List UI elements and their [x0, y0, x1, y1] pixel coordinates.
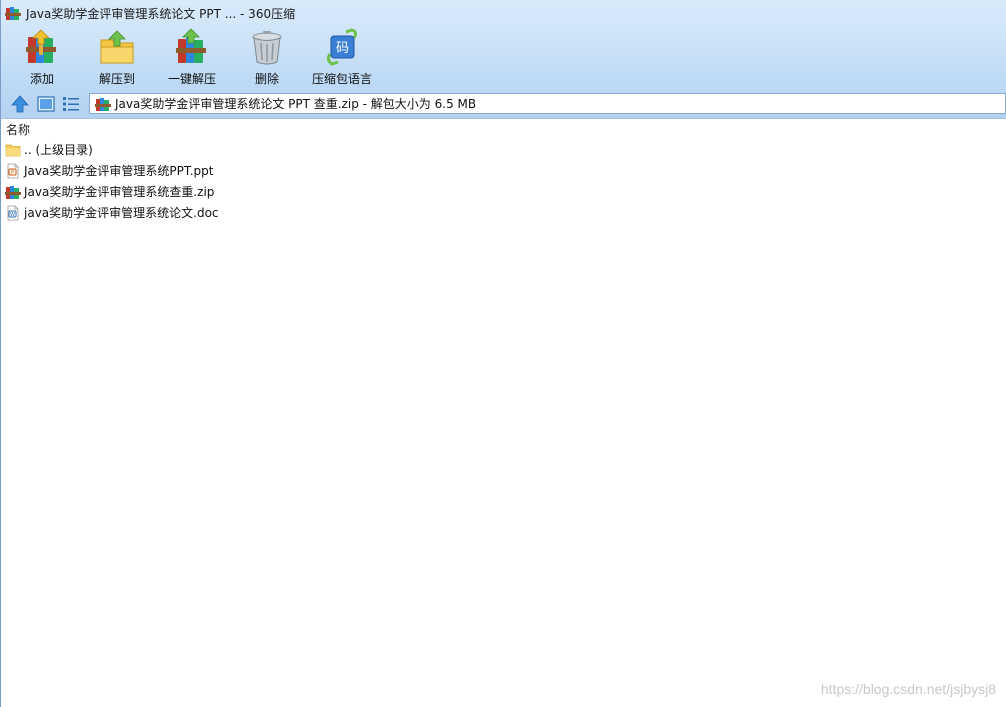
- header-area: Java奖助学金评审管理系统论文 PPT ... - 360压缩 添加 解压到 …: [1, 0, 1006, 119]
- add-button[interactable]: 添加: [2, 28, 82, 88]
- column-name-header[interactable]: 名称: [6, 121, 30, 138]
- svg-text:W: W: [10, 212, 15, 218]
- arrow-up-icon: [11, 95, 29, 113]
- one-click-extract-label: 一键解压: [167, 72, 216, 86]
- large-icon-view-button[interactable]: [36, 94, 56, 114]
- add-books-icon: [26, 29, 56, 63]
- code-language-icon: 码: [326, 28, 358, 66]
- trash-can-icon: [252, 31, 282, 65]
- list-item[interactable]: W java奖助学金评审管理系统论文.doc: [1, 202, 401, 223]
- watermark: https://blog.csdn.net/jsjbysj8: [820, 681, 996, 697]
- address-bar[interactable]: Java奖助学金评审管理系统论文 PPT 查重.zip - 解包大小为 6.5 …: [89, 93, 1006, 114]
- language-badge: 码: [336, 41, 349, 56]
- one-click-extract-icon: [176, 28, 206, 63]
- file-name: Java奖助学金评审管理系统查重.zip: [24, 185, 215, 199]
- archive-language-label: 压缩包语言: [311, 72, 372, 86]
- file-name: java奖助学金评审管理系统论文.doc: [24, 206, 219, 220]
- archive-language-button[interactable]: 码 压缩包语言: [302, 28, 382, 88]
- extract-to-folder-icon: [100, 30, 134, 64]
- svg-text:P: P: [11, 170, 14, 176]
- address-text: Java奖助学金评审管理系统论文 PPT 查重.zip - 解包大小为 6.5 …: [115, 97, 477, 111]
- doc-file-icon: W: [7, 205, 19, 220]
- folder-icon: [5, 144, 21, 156]
- file-name: Java奖助学金评审管理系统PPT.ppt: [24, 164, 214, 178]
- archive-icon: [95, 97, 111, 111]
- list-view-button[interactable]: [61, 94, 81, 114]
- list-view-icon: [63, 97, 79, 111]
- title-bar: Java奖助学金评审管理系统论文 PPT ... - 360压缩: [1, 0, 1006, 26]
- window-title: Java奖助学金评审管理系统论文 PPT ... - 360压缩: [26, 6, 296, 21]
- list-item-parent-dir[interactable]: .. (上级目录): [1, 139, 401, 160]
- extract-to-label: 解压到: [98, 72, 135, 86]
- ppt-file-icon: P: [7, 163, 19, 178]
- delete-label: 删除: [254, 72, 279, 86]
- delete-button[interactable]: 删除: [227, 28, 307, 88]
- file-name: .. (上级目录): [24, 143, 93, 157]
- archive-icon: [5, 7, 21, 20]
- zip-archive-icon: [5, 185, 21, 199]
- extract-to-button[interactable]: 解压到: [77, 28, 157, 88]
- one-click-extract-button[interactable]: 一键解压: [152, 28, 232, 88]
- up-button[interactable]: [10, 94, 30, 114]
- column-header: 名称: [1, 119, 1006, 137]
- large-icon-view-icon: [37, 96, 55, 112]
- list-item[interactable]: Java奖助学金评审管理系统查重.zip: [1, 181, 401, 202]
- add-label: 添加: [29, 72, 54, 86]
- list-item[interactable]: P Java奖助学金评审管理系统PPT.ppt: [1, 160, 401, 181]
- navigation-bar: Java奖助学金评审管理系统论文 PPT 查重.zip - 解包大小为 6.5 …: [1, 92, 1006, 116]
- app-window: Java奖助学金评审管理系统论文 PPT ... - 360压缩 添加 解压到 …: [0, 0, 1006, 707]
